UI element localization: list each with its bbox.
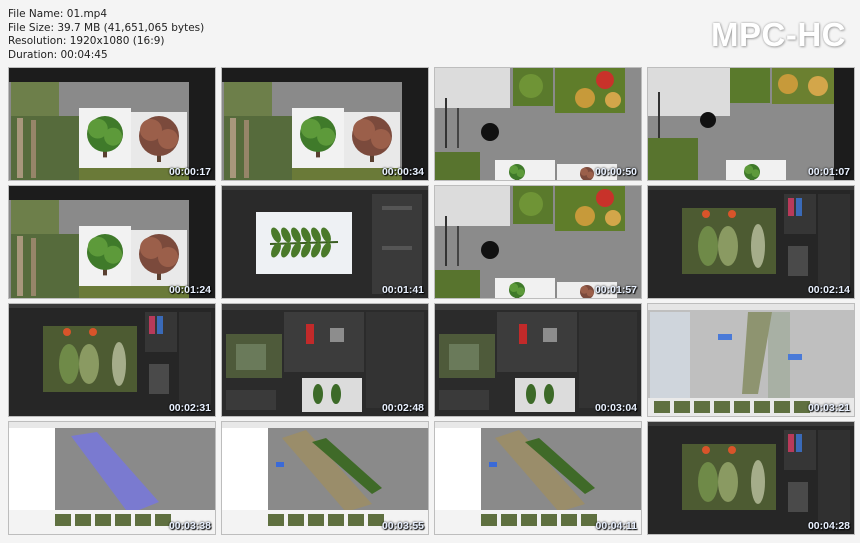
video-thumbnail[interactable]: 00:04:11 [434, 421, 642, 535]
thumbnail-timestamp: 00:01:07 [807, 166, 850, 178]
thumbnail-frame [222, 186, 428, 298]
video-thumbnail[interactable]: 00:04:28 [647, 421, 855, 535]
thumbnail-frame [648, 304, 854, 416]
thumbnail-timestamp: 00:00:34 [381, 166, 424, 178]
thumbnail-timestamp: 00:02:48 [381, 402, 424, 414]
thumbnail-grid: 00:00:17 00:00:34 00:00:50 00:01:07 00:0… [0, 0, 860, 543]
thumbnail-timestamp: 00:00:17 [168, 166, 211, 178]
thumbnail-timestamp: 00:01:41 [381, 284, 424, 296]
thumbnail-frame [435, 422, 641, 534]
video-thumbnail[interactable]: 00:00:50 [434, 67, 642, 181]
thumbnail-timestamp: 00:03:21 [807, 402, 850, 414]
thumbnail-frame [9, 68, 215, 180]
thumbnail-timestamp: 00:03:04 [594, 402, 637, 414]
thumbnail-timestamp: 00:02:31 [168, 402, 211, 414]
thumbnail-frame [435, 68, 641, 180]
thumbnail-frame [222, 422, 428, 534]
thumbnail-frame [9, 304, 215, 416]
thumbnail-timestamp: 00:04:11 [595, 520, 637, 532]
thumbnail-frame [435, 186, 641, 298]
video-thumbnail[interactable]: 00:03:21 [647, 303, 855, 417]
thumbnail-frame [222, 304, 428, 416]
video-thumbnail[interactable]: 00:02:14 [647, 185, 855, 299]
thumbnail-timestamp: 00:03:55 [381, 520, 424, 532]
video-thumbnail[interactable]: 00:01:57 [434, 185, 642, 299]
video-thumbnail[interactable]: 00:00:34 [221, 67, 429, 181]
video-thumbnail[interactable]: 00:01:24 [8, 185, 216, 299]
video-thumbnail[interactable]: 00:01:41 [221, 185, 429, 299]
thumbnail-timestamp: 00:01:57 [594, 284, 637, 296]
thumbnail-timestamp: 00:00:50 [594, 166, 637, 178]
thumbnail-frame [435, 304, 641, 416]
thumbnail-frame [9, 186, 215, 298]
thumbnail-frame [648, 186, 854, 298]
thumbnail-frame [9, 422, 215, 534]
thumbnail-timestamp: 00:02:14 [807, 284, 850, 296]
video-thumbnail[interactable]: 00:03:55 [221, 421, 429, 535]
video-thumbnail[interactable]: 00:02:31 [8, 303, 216, 417]
video-thumbnail[interactable]: 00:03:38 [8, 421, 216, 535]
video-thumbnail[interactable]: 00:01:07 [647, 67, 855, 181]
thumbnail-timestamp: 00:04:28 [807, 520, 850, 532]
thumbnail-frame [222, 68, 428, 180]
video-thumbnail[interactable]: 00:02:48 [221, 303, 429, 417]
video-thumbnail[interactable]: 00:00:17 [8, 67, 216, 181]
thumbnail-frame [648, 422, 854, 534]
thumbnail-frame [648, 68, 854, 180]
thumbnail-timestamp: 00:03:38 [168, 520, 211, 532]
thumbnail-timestamp: 00:01:24 [168, 284, 211, 296]
video-thumbnail[interactable]: 00:03:04 [434, 303, 642, 417]
